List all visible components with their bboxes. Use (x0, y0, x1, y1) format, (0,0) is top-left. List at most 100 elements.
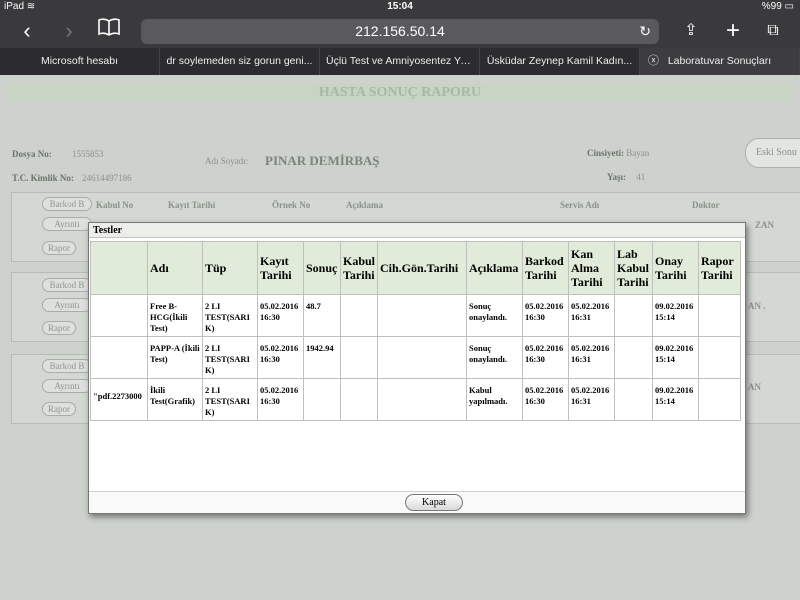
cell-kan: 05.02.2016 16:31 (568, 294, 615, 337)
cell-kayit: 05.02.2016 16:30 (257, 336, 304, 379)
cell-onay: 09.02.2016 15:14 (652, 378, 699, 421)
cell-adi: İkili Test(Grafik) (147, 378, 203, 421)
cell-rapor (698, 336, 741, 379)
table-row[interactable]: Free B-HCG(İkili Test) 2 LI TEST(SARI K)… (90, 294, 741, 337)
cell-kabul (340, 294, 378, 337)
tab-laboratuvar-sonuclari[interactable]: ⓧ Laboratuvar Sonuçları (640, 48, 800, 75)
cell-kayit: 05.02.2016 16:30 (257, 294, 304, 337)
url-text: 212.156.50.14 (355, 23, 445, 39)
barkod-button-3[interactable]: Barkod B (42, 359, 92, 373)
col-header-kabul-tarihi: Kabul Tarihi (340, 241, 378, 295)
bg-header-doktor: Doktor (692, 200, 720, 210)
ayrinti-button-2[interactable]: Ayrıntı (42, 298, 92, 312)
tests-dialog: Testler Adı Tüp Kayıt Tarihi Sonuç Kabul… (88, 222, 746, 514)
cell-rapor (698, 294, 741, 337)
cell-lab (614, 294, 653, 337)
cell-cih (377, 378, 467, 421)
share-icon[interactable]: ⇪ (676, 18, 706, 44)
cell-kabul (340, 336, 378, 379)
cell-barkod: 05.02.2016 16:30 (522, 378, 569, 421)
col-header-barkod-tarihi: Barkod Tarihi (522, 241, 569, 295)
cell-barkod: 05.02.2016 16:30 (522, 294, 569, 337)
forward-arrow-icon[interactable]: › (54, 18, 84, 44)
cell-cih (377, 336, 467, 379)
dialog-title: Testler (89, 223, 745, 238)
close-tab-icon[interactable]: ⓧ (648, 48, 659, 75)
cell-onay: 09.02.2016 15:14 (652, 294, 699, 337)
cell-file[interactable]: 2273000.pdf" (90, 378, 148, 421)
col-header-adi: Adı (147, 241, 203, 295)
cell-file (90, 294, 148, 337)
cell-sonuc: 48.7 (303, 294, 341, 337)
col-header-cih-gon-tarihi: Cih.Gön.Tarihi (377, 241, 467, 295)
close-button[interactable]: Kapat (405, 494, 463, 511)
dosya-no: Dosya No: 1555853 (12, 149, 104, 159)
tab-dr-soylemeden[interactable]: dr soylemeden siz gorun geni... (160, 48, 320, 75)
cell-aciklama: Sonuç onaylandı. (466, 294, 523, 337)
bookmarks-book-icon[interactable] (94, 18, 124, 44)
rapor-button-3[interactable]: Rapor (42, 402, 76, 416)
back-arrow-icon[interactable]: ‹ (12, 18, 42, 44)
cell-sonuc: 1942.94 (303, 336, 341, 379)
address-bar[interactable]: 212.156.50.14 ↻ (141, 19, 659, 44)
col-header-kan-alma-tarihi: Kan Alma Tarihi (568, 241, 615, 295)
cell-tup: 2 LI TEST(SARI K) (202, 336, 258, 379)
cell-onay: 09.02.2016 15:14 (652, 336, 699, 379)
barkod-button[interactable]: Barkod B (42, 197, 92, 211)
bg-header-aciklama: Açıklama (346, 200, 383, 210)
cell-kabul (340, 378, 378, 421)
cinsiyet: Cinsiyeti: Bayan (587, 148, 650, 158)
rapor-button-2[interactable]: Rapor (42, 321, 76, 335)
bg-header-servis-adi: Servis Adı (560, 200, 600, 210)
new-tab-plus-icon[interactable]: + (718, 18, 748, 44)
ayrinti-button-3[interactable]: Ayrıntı (42, 379, 92, 393)
page-title: HASTA SONUÇ RAPORU (8, 84, 792, 102)
bg-doctor-cut-3: AN (748, 382, 761, 392)
cell-tup: 2 LI TEST(SARI K) (202, 378, 258, 421)
cell-adi: Free B-HCG(İkili Test) (147, 294, 203, 337)
cell-file (90, 336, 148, 379)
bg-header-kabul-no: Kabul No (96, 200, 134, 210)
col-header-onay-tarihi: Onay Tarihi (652, 241, 699, 295)
cell-lab (614, 336, 653, 379)
bg-header-kayit-tarihi: Kayıt Tarihi (168, 200, 216, 210)
tests-table-wrapper[interactable]: Adı Tüp Kayıt Tarihi Sonuç Kabul Tarihi … (90, 241, 744, 491)
dialog-footer: Kapat (89, 491, 745, 513)
cell-rapor (698, 378, 741, 421)
reload-icon[interactable]: ↻ (639, 19, 651, 44)
col-header-sonuc: Sonuç (303, 241, 341, 295)
barkod-button-2[interactable]: Barkod B (42, 278, 92, 292)
cell-kan: 05.02.2016 16:31 (568, 378, 615, 421)
cell-kan: 05.02.2016 16:31 (568, 336, 615, 379)
status-bar: iPad ≋ 15:04 %99 ▭ (0, 0, 800, 14)
ad-soyad-label: Adı Soyadı: (205, 156, 249, 166)
tab-strip: Microsoft hesabı dr soylemeden siz gorun… (0, 48, 800, 75)
browser-toolbar: ‹ › 212.156.50.14 ↻ ⇪ + ⧉ (0, 14, 800, 48)
col-header-aciklama: Açıklama (466, 241, 523, 295)
tab-uskudar-zeynep-kamil[interactable]: Üsküdar Zeynep Kamil Kadın... (480, 48, 640, 75)
tests-table: Adı Tüp Kayıt Tarihi Sonuç Kabul Tarihi … (90, 241, 741, 421)
col-header-lab-kabul-tarihi: Lab Kabul Tarihi (614, 241, 653, 295)
eski-sonuclar-button[interactable]: Eski Sonu (745, 138, 800, 168)
table-row[interactable]: 2273000.pdf" İkili Test(Grafik) 2 LI TES… (90, 378, 741, 421)
bg-doctor-cut-2: AN . (748, 301, 766, 311)
tc-kimlik-no: T.C. Kimlik No: 24614497186 (12, 173, 132, 183)
table-header-row: Adı Tüp Kayıt Tarihi Sonuç Kabul Tarihi … (90, 241, 741, 295)
clock: 15:04 (387, 1, 413, 12)
tab-microsoft-hesabi[interactable]: Microsoft hesabı (0, 48, 160, 75)
cell-cih (377, 294, 467, 337)
cell-lab (614, 378, 653, 421)
col-header-rapor-tarihi: Rapor Tarihi (698, 241, 741, 295)
cell-aciklama: Sonuç onaylandı. (466, 336, 523, 379)
tab-uclu-test[interactable]: Üçlü Test ve Amniyosentez Ya... (320, 48, 480, 75)
rapor-button[interactable]: Rapor (42, 241, 76, 255)
tabs-overview-icon[interactable]: ⧉ (758, 18, 788, 44)
table-row[interactable]: PAPP-A (İkili Test) 2 LI TEST(SARI K) 05… (90, 336, 741, 379)
cell-sonuc (303, 378, 341, 421)
patient-name: PINAR DEMİRBAŞ (265, 153, 380, 168)
col-header-tup: Tüp (202, 241, 258, 295)
cell-barkod: 05.02.2016 16:30 (522, 336, 569, 379)
yas: Yaşı: 41 (607, 172, 646, 182)
col-header-0 (90, 241, 148, 295)
ayrinti-button[interactable]: Ayrıntı (42, 217, 92, 231)
